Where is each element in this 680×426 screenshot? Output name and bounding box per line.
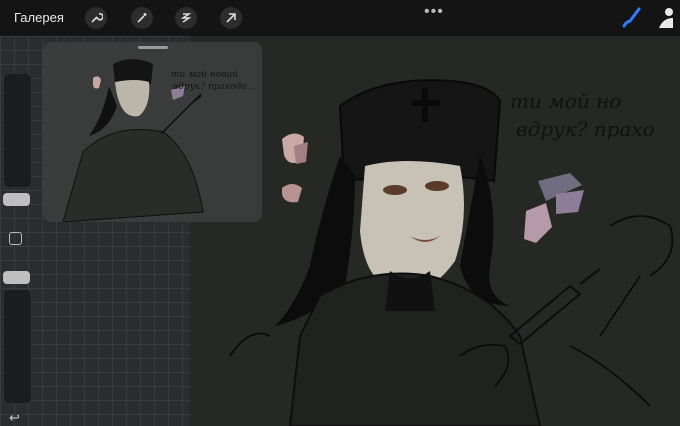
- brush-size-slider[interactable]: [3, 73, 32, 188]
- reference-drag-handle[interactable]: [138, 46, 168, 49]
- ref-hair: [89, 86, 117, 136]
- drawing-canvas[interactable]: ти мой но вдрук? прахо: [190, 36, 680, 426]
- brush-size-thumb[interactable]: [3, 193, 30, 206]
- handwriting-line-2: вдрук? прахо: [516, 117, 655, 141]
- ref-syringe: [160, 93, 202, 135]
- opacity-slider[interactable]: [3, 289, 32, 404]
- reference-image: [62, 59, 204, 222]
- more-options-dots[interactable]: •••: [424, 3, 444, 21]
- swatch-rose: [524, 203, 552, 243]
- ref-face: [115, 80, 150, 117]
- handwriting-line-1: ти мой но: [510, 89, 621, 113]
- eye-right: [425, 181, 449, 191]
- artwork: ти мой но вдрук? прахо: [229, 79, 674, 426]
- transform-arrow-icon[interactable]: [220, 7, 242, 29]
- ref-swatch-pink: [93, 76, 101, 89]
- wrench-icon[interactable]: [85, 7, 107, 29]
- reference-window[interactable]: ти мой новий вдрук? прахода...: [43, 42, 262, 222]
- swatch-blush: [282, 184, 302, 203]
- reference-handwriting-1: ти мой новий: [171, 70, 238, 80]
- eye-left: [383, 185, 407, 195]
- magic-wand-icon[interactable]: [131, 7, 153, 29]
- gallery-button[interactable]: Галерея: [14, 10, 64, 25]
- smudge-icon[interactable]: [655, 6, 677, 35]
- brush-icon[interactable]: [620, 6, 642, 35]
- reference-handwriting-2: вдрук? прахода...: [173, 82, 256, 92]
- face: [360, 161, 464, 292]
- modify-button[interactable]: [9, 232, 22, 245]
- top-toolbar: Галерея •••: [0, 0, 680, 36]
- swatch-lavender: [556, 190, 584, 214]
- ref-jacket: [62, 129, 204, 222]
- opacity-thumb[interactable]: [3, 271, 30, 284]
- selection-icon[interactable]: [175, 7, 197, 29]
- undo-icon[interactable]: ↩: [9, 410, 20, 426]
